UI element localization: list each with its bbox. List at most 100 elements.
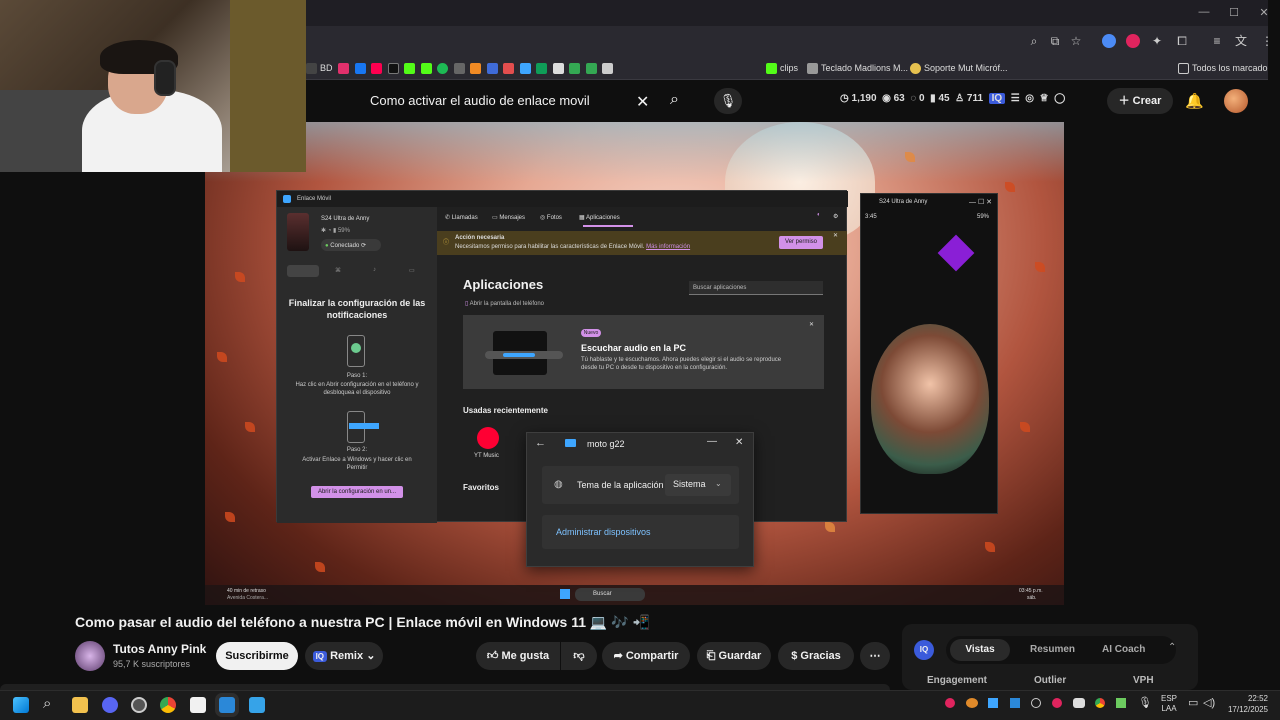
windows-start-icon[interactable] — [13, 697, 29, 713]
extension-icon[interactable] — [1126, 34, 1140, 48]
close-icon[interactable]: ✕ — [735, 437, 743, 448]
tray-icon[interactable] — [988, 698, 998, 708]
save-button[interactable]: ⎗ Guardar — [697, 642, 771, 670]
more-info-link[interactable]: Más información — [646, 244, 690, 250]
mic-icon[interactable]: 🎙 — [1138, 696, 1152, 709]
channel-name[interactable]: Tutos Anny Pink — [113, 642, 206, 656]
discord-icon[interactable] — [102, 697, 118, 713]
search-icon[interactable]: ⌕ — [43, 695, 51, 712]
cloud-icon[interactable] — [966, 698, 978, 708]
phone-link-taskbar-icon[interactable] — [219, 697, 235, 713]
clear-search-icon[interactable]: ✕ — [636, 92, 649, 112]
yt-music-icon[interactable] — [477, 427, 499, 449]
subscribe-button[interactable]: Suscribirme — [216, 642, 298, 670]
tray-icon[interactable] — [1116, 698, 1126, 708]
clock-icon: ◷ — [840, 93, 849, 104]
extension-icon[interactable]: ✦ — [1150, 34, 1164, 48]
dislike-button[interactable]: 👎︎ — [561, 642, 597, 670]
more-icon[interactable]: ⋯ — [860, 642, 890, 670]
list-icon[interactable]: ☰ — [1011, 93, 1020, 104]
remix-button[interactable]: IQ Remix ⌄ — [305, 642, 383, 670]
music-icon[interactable]: ♪ — [373, 267, 376, 273]
palette-icon: ◍ — [554, 479, 563, 490]
camera-icon[interactable]: ▭ — [409, 267, 415, 274]
translate-icon[interactable]: 文 — [1234, 34, 1248, 48]
vidiq-icon[interactable]: IQ — [988, 93, 1006, 104]
manage-devices-row[interactable]: Administrar dispositivos — [542, 515, 739, 549]
bookmark-all[interactable]: Todos los marcadores — [1178, 60, 1280, 76]
subscriber-count: 95,7 K suscriptores — [113, 659, 191, 669]
maximize-icon[interactable]: ☐ — [1226, 6, 1242, 20]
help-icon[interactable]: ◯ — [1054, 93, 1065, 104]
close-icon[interactable]: ✕ — [809, 321, 814, 328]
trophy-icon[interactable]: ♕ — [1040, 93, 1049, 104]
zoom-icon[interactable]: ⌕ — [1027, 34, 1041, 48]
file-explorer-icon[interactable] — [72, 697, 88, 713]
extension-icon[interactable] — [1102, 34, 1116, 48]
tab-ai-coach[interactable]: AI Coach — [1102, 644, 1145, 655]
open-phone-screen-link[interactable]: ▯ Abrir la pantalla del teléfono — [465, 300, 544, 307]
chevron-up-icon[interactable]: ⌃ — [1168, 642, 1176, 653]
discord-tray-icon[interactable] — [1073, 698, 1085, 708]
star-icon[interactable]: ☆ — [1069, 34, 1083, 48]
tab-vistas[interactable]: Vistas — [950, 639, 1010, 661]
open-settings-button[interactable]: Abrir la configuración en un... — [311, 486, 403, 498]
theme-select[interactable]: Sistema ⌄ — [665, 474, 731, 496]
folder-icon — [306, 63, 317, 75]
window-controls[interactable]: — ☐ ✕ — [969, 198, 992, 206]
language-indicator[interactable]: ESP LAA — [1161, 694, 1177, 714]
back-icon[interactable]: ← — [535, 437, 546, 449]
notification-icon[interactable]: ◐ — [817, 212, 821, 218]
avatar[interactable] — [1224, 89, 1248, 113]
close-icon[interactable]: ✕ — [833, 232, 838, 239]
tab-icon[interactable]: ⌘ — [335, 267, 341, 274]
bookmark-favicons[interactable] — [338, 60, 616, 76]
vidiq-icon[interactable]: IQ — [914, 640, 934, 660]
settings-icon[interactable]: ⚙ — [833, 213, 838, 220]
bookmark-soporte[interactable]: Soporte Mut Micróf... — [910, 60, 1008, 76]
tab-icon[interactable] — [287, 265, 319, 277]
channel-avatar[interactable] — [75, 641, 105, 671]
bookmark-teclado[interactable]: Teclado Madlions M... — [807, 60, 908, 76]
spotify-icon — [437, 63, 449, 75]
tray-icon[interactable] — [1010, 698, 1020, 708]
share-button[interactable]: ➦ Compartir — [602, 642, 690, 670]
thumbs-down-icon: 👎︎ — [573, 650, 585, 662]
network-icon[interactable]: ▭ — [1188, 696, 1198, 709]
menu-icon[interactable]: ≡ — [1210, 34, 1224, 48]
tray-icon[interactable] — [945, 698, 955, 708]
notepad-icon[interactable] — [190, 697, 206, 713]
chrome-icon[interactable] — [160, 697, 176, 713]
mic-icon[interactable]: 🎙 — [714, 88, 742, 114]
folder-icon — [1178, 63, 1189, 75]
video-editor-icon[interactable] — [249, 697, 265, 713]
cast-icon[interactable]: ⧉ — [1048, 34, 1062, 48]
tab-apps[interactable]: ▦ Aplicaciones — [579, 214, 620, 221]
chrome-tray-icon[interactable] — [1095, 698, 1105, 708]
bookmark-item[interactable]: BD — [306, 60, 333, 76]
thumbs-up-icon: 👍︎ — [486, 650, 502, 662]
obs-icon[interactable] — [131, 697, 147, 713]
tray-icon[interactable] — [1031, 698, 1041, 708]
clock[interactable]: 22:52 17/12/2025 — [1222, 693, 1268, 715]
bell-icon[interactable]: 🔔 — [1185, 92, 1204, 110]
tray-icon[interactable] — [1052, 698, 1062, 708]
like-button[interactable]: 👍︎ Me gusta — [476, 642, 560, 670]
tab-photos[interactable]: ◎ Fotos — [540, 214, 562, 221]
tab-calls[interactable]: ✆ Llamadas — [445, 214, 478, 221]
tab-resumen[interactable]: Resumen — [1030, 644, 1075, 655]
search-input[interactable]: Como activar el audio de enlace movil — [360, 88, 656, 114]
bookmark-icon — [536, 63, 548, 75]
chat-icon[interactable]: ◎ — [1025, 93, 1034, 104]
thanks-button[interactable]: $ Gracias — [778, 642, 854, 670]
search-icon[interactable]: ⌕ — [670, 91, 679, 109]
create-button[interactable]: ＋ Crear — [1107, 88, 1173, 114]
volume-icon[interactable]: ◁) — [1203, 696, 1215, 709]
minimize-icon[interactable]: — — [707, 436, 717, 447]
apps-search-input[interactable]: Buscar aplicaciones — [689, 281, 823, 295]
bookmark-clips[interactable]: clips — [766, 60, 798, 76]
minimize-icon[interactable]: — — [1196, 6, 1212, 20]
tab-messages[interactable]: ▭ Mensajes — [492, 214, 525, 221]
view-permission-button[interactable]: Ver permiso — [779, 236, 823, 249]
puzzle-icon[interactable]: ⧠ — [1175, 34, 1189, 48]
